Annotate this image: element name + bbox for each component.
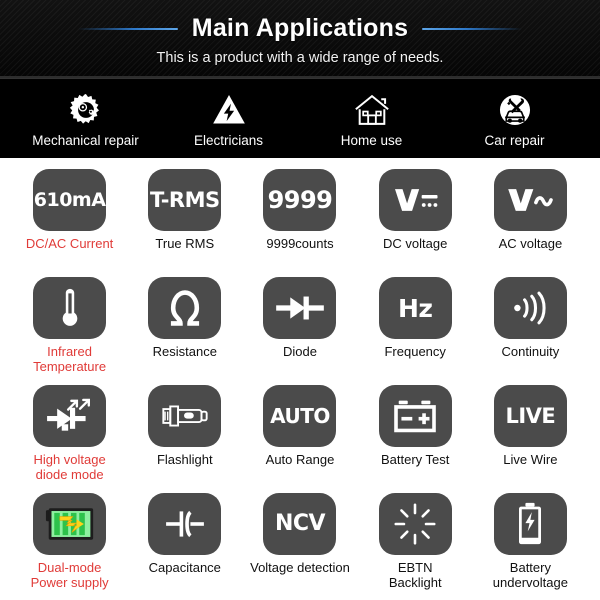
divider-line-right — [422, 27, 523, 30]
feature-cell[interactable]: Hz Frequency — [358, 272, 473, 380]
feature-cell[interactable]: AC voltage — [473, 164, 588, 272]
feature-label: Flashlight — [156, 452, 213, 467]
tile-text: AUTO — [270, 404, 330, 428]
current-610ma-icon: 610mA — [33, 169, 107, 231]
feature-cell[interactable]: 610mA DC/AC Current — [12, 164, 127, 272]
feature-label-line1: High voltage — [33, 452, 106, 467]
feature-cell[interactable]: Diode — [242, 272, 357, 380]
feature-cell[interactable]: Dual-mode Power supply — [12, 488, 127, 596]
feature-label: 9999counts — [266, 236, 334, 251]
feature-label: Auto Range — [265, 452, 335, 467]
feature-label: DC voltage — [383, 236, 448, 251]
dual-mode-power-icon — [33, 493, 107, 555]
application-label: Car repair — [484, 133, 545, 148]
auto-range-icon: AUTO — [263, 385, 337, 447]
feature-label: True RMS — [155, 236, 215, 251]
feature-label: Dual-mode Power supply — [30, 560, 109, 590]
application-car-repair: Car repair — [443, 89, 586, 148]
ohm-icon — [148, 277, 222, 339]
page-subtitle: This is a product with a wide range of n… — [156, 50, 444, 66]
battery-bolt-icon — [493, 493, 567, 555]
tile-text: NCV — [274, 511, 326, 536]
feature-cell[interactable]: Battery Test — [358, 380, 473, 488]
feature-grid: 610mA DC/AC Current T-RMS True RMS 9999 … — [0, 158, 600, 600]
application-label: Home use — [340, 133, 403, 148]
feature-label: Capacitance — [148, 560, 221, 575]
feature-label: Battery Test — [380, 452, 450, 467]
house-icon — [352, 89, 392, 129]
tile-text: LIVE — [505, 403, 556, 428]
feature-cell[interactable]: Flashlight — [127, 380, 242, 488]
gears-icon — [67, 89, 105, 129]
ncv-icon: NCV — [263, 493, 337, 555]
page-title: Main Applications — [191, 14, 409, 42]
feature-cell[interactable]: Battery undervoltage — [473, 488, 588, 596]
feature-label: EBTN Backlight — [388, 560, 442, 590]
hero-header: Main Applications This is a product with… — [0, 0, 600, 78]
title-row: Main Applications — [0, 14, 600, 43]
feature-cell[interactable]: AUTO Auto Range — [242, 380, 357, 488]
flashlight-icon — [148, 385, 222, 447]
feature-label: Battery undervoltage — [492, 560, 568, 590]
application-mechanical-repair: Mechanical repair — [14, 89, 157, 148]
feature-label: Continuity — [501, 344, 560, 359]
tile-text: 9999 — [267, 186, 333, 214]
feature-label: High voltage diode mode — [33, 452, 106, 482]
application-home-use: Home use — [300, 89, 443, 148]
feature-cell[interactable]: Resistance — [127, 272, 242, 380]
application-label: Electricians — [193, 133, 264, 148]
lightning-triangle-icon — [210, 89, 248, 129]
led-diode-icon — [33, 385, 107, 447]
feature-cell[interactable]: DC voltage — [358, 164, 473, 272]
feature-cell[interactable]: High voltage diode mode — [12, 380, 127, 488]
applications-strip: Mechanical repair Electricians Home use … — [0, 78, 600, 158]
dc-voltage-icon — [378, 169, 452, 231]
feature-label: Frequency — [384, 344, 446, 359]
feature-label: DC/AC Current — [25, 236, 114, 251]
thermometer-icon — [33, 277, 107, 339]
feature-label-line2: Power supply — [30, 574, 109, 590]
capacitor-icon — [148, 493, 222, 555]
feature-label: Infrared Temperature — [33, 344, 107, 374]
feature-label: Live Wire — [503, 452, 558, 467]
feature-label: Diode — [283, 344, 317, 359]
feature-label-line2: Temperature — [33, 358, 107, 374]
car-repair-icon — [496, 89, 534, 129]
tile-text: 610mA — [33, 188, 106, 211]
feature-cell[interactable]: NCV Voltage detection — [242, 488, 357, 596]
feature-cell[interactable]: LIVE Live Wire — [473, 380, 588, 488]
product-feature-page: Main Applications This is a product with… — [0, 0, 600, 600]
ac-voltage-icon — [493, 169, 567, 231]
feature-cell[interactable]: Infrared Temperature — [12, 272, 127, 380]
feature-cell[interactable]: 9999 9999counts — [242, 164, 357, 272]
feature-cell[interactable]: EBTN Backlight — [358, 488, 473, 596]
feature-label-line1: Dual-mode — [37, 560, 102, 575]
tile-text: T-RMS — [149, 187, 220, 212]
battery-test-icon — [378, 385, 452, 447]
feature-label: Resistance — [152, 344, 217, 359]
continuity-wave-icon — [493, 277, 567, 339]
diode-icon — [263, 277, 337, 339]
application-label: Mechanical repair — [32, 133, 139, 148]
application-electricians: Electricians — [157, 89, 300, 148]
feature-cell[interactable]: T-RMS True RMS — [127, 164, 242, 272]
feature-cell[interactable]: Capacitance — [127, 488, 242, 596]
true-rms-icon: T-RMS — [148, 169, 222, 231]
frequency-hz-icon: Hz — [378, 277, 452, 339]
feature-label-line1: Infrared — [47, 344, 92, 359]
feature-label: AC voltage — [498, 236, 563, 251]
feature-label-line2: Backlight — [388, 574, 442, 590]
feature-label-line1: EBTN — [397, 560, 433, 575]
live-wire-icon: LIVE — [493, 385, 567, 447]
feature-cell[interactable]: Continuity — [473, 272, 588, 380]
counts-9999-icon: 9999 — [263, 169, 337, 231]
tile-text: Hz — [397, 293, 433, 323]
divider-line-left — [77, 27, 178, 30]
backlight-burst-icon — [378, 493, 452, 555]
feature-label: Voltage detection — [250, 560, 350, 575]
feature-label-line2: diode mode — [35, 466, 104, 482]
